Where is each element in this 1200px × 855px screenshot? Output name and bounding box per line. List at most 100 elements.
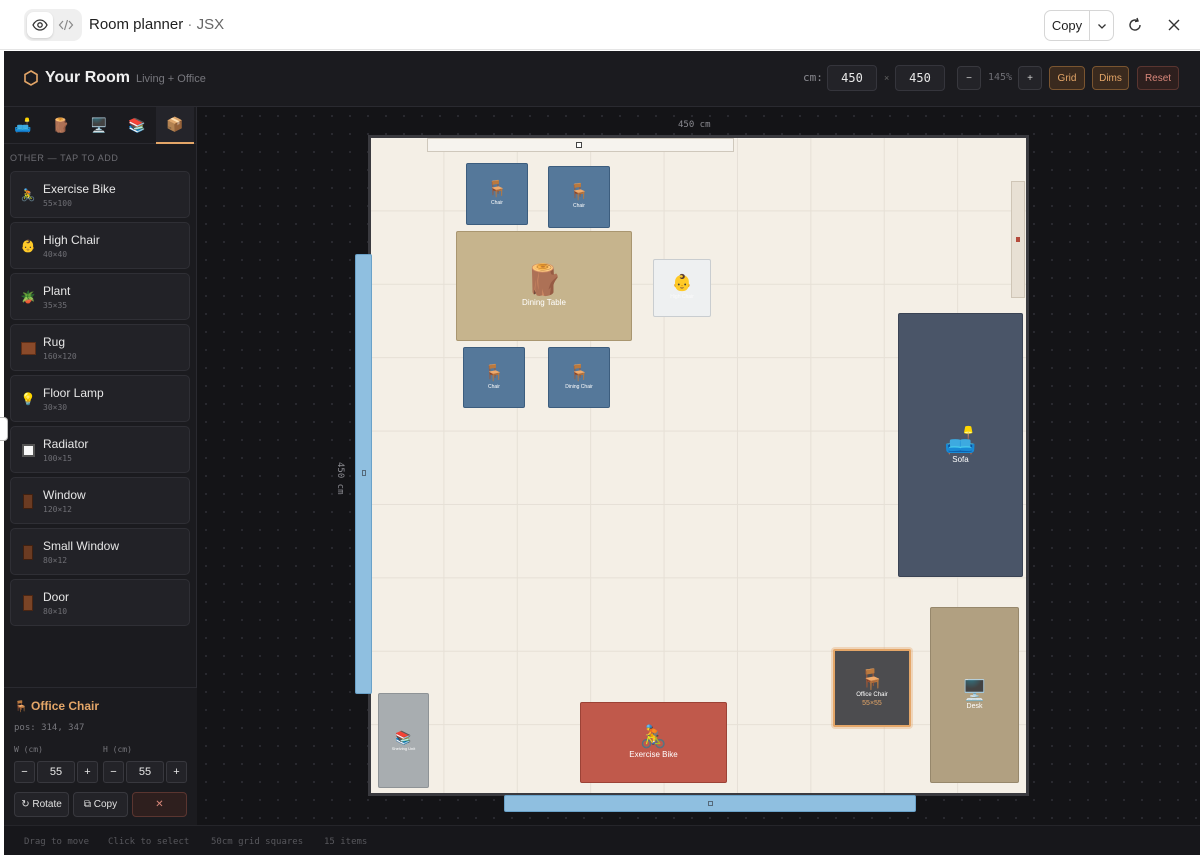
item-name: High Chair — [43, 233, 100, 247]
chair-icon: 🪑 — [569, 364, 589, 382]
tab-seating[interactable]: 🛋️ — [4, 107, 42, 144]
tab-tables[interactable]: 🪵 — [42, 107, 80, 144]
window-icon — [20, 544, 36, 560]
panel-edge-handle[interactable] — [0, 417, 8, 441]
door-handle-icon — [1016, 237, 1020, 242]
furniture-high-chair[interactable]: 👶 High Chair — [653, 259, 711, 317]
furniture-label: Exercise Bike — [629, 750, 678, 759]
sofa-icon: 🛋️ — [14, 117, 32, 133]
furniture-label: Dining Chair — [565, 383, 593, 390]
height-input[interactable]: 55 — [126, 761, 164, 783]
palette-item-door[interactable]: Door 80×10 — [10, 579, 190, 626]
radiator-top[interactable] — [427, 138, 734, 152]
width-increase-button[interactable]: + — [77, 761, 98, 783]
palette-item-small-window[interactable]: Small Window 80×12 — [10, 528, 190, 575]
tab-other[interactable]: 📦 — [156, 107, 194, 144]
tab-office[interactable]: 🖥️ — [80, 107, 118, 144]
chair-icon: 🪑 — [569, 184, 589, 201]
artifact-title: Room planner · JSX — [89, 16, 224, 33]
height-decrease-button[interactable]: − — [103, 761, 124, 783]
furniture-chair[interactable]: 🪑 Chair — [548, 166, 610, 228]
chevron-down-icon — [1098, 23, 1106, 29]
palette-item-floor-lamp[interactable]: 💡 Floor Lamp 30×30 — [10, 375, 190, 422]
zoom-in-button[interactable]: + — [1018, 66, 1042, 90]
status-click-hint: Click to select — [108, 837, 190, 847]
furniture-dining-chair[interactable]: 🪑 Dining Chair — [548, 347, 610, 408]
furniture-shelving-unit[interactable]: 📚 Shelving Unit — [378, 693, 429, 788]
room-width-input[interactable]: 450 — [827, 65, 877, 91]
furniture-dining-table[interactable]: 🪵 Dining Table — [456, 231, 632, 341]
bike-icon: 🚴 — [20, 188, 36, 202]
chair-icon: 🪑 — [859, 668, 885, 691]
furniture-sofa[interactable]: 🛋️ Sofa — [898, 313, 1023, 577]
item-name: Radiator — [43, 437, 89, 451]
room-width-dimension: 450 cm — [678, 120, 711, 130]
radiator-icon — [20, 442, 36, 458]
door-right-wall[interactable] — [1011, 181, 1025, 298]
copy-button[interactable]: Copy — [1045, 11, 1090, 40]
width-input[interactable]: 55 — [37, 761, 75, 783]
lightbulb-icon: 💡 — [20, 392, 36, 406]
reset-button[interactable]: Reset — [1137, 66, 1179, 90]
room-height-input[interactable]: 450 — [895, 65, 945, 91]
dims-toggle-button[interactable]: Dims — [1092, 66, 1129, 90]
cm-label: cm: — [803, 71, 823, 84]
chair-icon: 🪑 — [487, 181, 507, 198]
window-bottom-wall[interactable] — [504, 795, 916, 812]
furniture-chair[interactable]: 🪑 Chair — [466, 163, 528, 225]
furniture-label: Dining Table — [522, 297, 566, 307]
width-label: W (cm) — [14, 745, 43, 754]
rotate-button[interactable]: ↻ Rotate — [14, 792, 69, 817]
item-size: 100×15 — [43, 454, 72, 463]
window-left-wall[interactable] — [355, 254, 372, 694]
sofa-icon: 🛋️ — [944, 424, 977, 455]
preview-button[interactable] — [27, 12, 53, 38]
code-button[interactable] — [53, 12, 79, 38]
palette-item-rug[interactable]: Rug 160×120 — [10, 324, 190, 371]
palette-item-high-chair[interactable]: 👶 High Chair 40×40 — [10, 222, 190, 269]
times-label: × — [884, 73, 890, 83]
item-name: Small Window — [43, 539, 120, 553]
height-increase-button[interactable]: + — [166, 761, 187, 783]
room-height-dimension: 450 cm — [335, 462, 345, 495]
furniture-label: Chair — [491, 200, 503, 206]
delete-button[interactable]: ✕ — [132, 792, 187, 817]
grid-toggle-button[interactable]: Grid — [1049, 66, 1085, 90]
status-item-count: 15 items — [324, 837, 368, 847]
palette-item-window[interactable]: Window 120×12 — [10, 477, 190, 524]
status-drag-hint: Drag to move — [24, 837, 90, 847]
zoom-out-button[interactable]: − — [957, 66, 981, 90]
item-size: 80×10 — [43, 607, 68, 616]
baby-icon: 👶 — [20, 239, 36, 253]
rug-icon — [20, 340, 36, 356]
item-name: Exercise Bike — [43, 182, 116, 196]
window-handle-icon — [362, 470, 366, 476]
item-size: 55×100 — [43, 199, 72, 208]
monitor-icon: 🖥️ — [90, 117, 108, 133]
tab-storage[interactable]: 📚 — [118, 107, 156, 144]
item-size: 30×30 — [43, 403, 68, 412]
copy-options-button[interactable] — [1090, 11, 1114, 40]
furniture-desk[interactable]: 🖥️ Desk — [930, 607, 1019, 783]
refresh-button[interactable] — [1124, 14, 1146, 36]
item-name: Rug — [43, 335, 66, 349]
furniture-label: Office Chair — [856, 691, 888, 698]
furniture-sidebar: 🛋️ 🪵 🖥️ 📚 📦 OTHER — TAP TO ADD 🚴 Exercis… — [4, 107, 197, 825]
close-button[interactable] — [1163, 14, 1185, 36]
artifact-type: JSX — [196, 16, 225, 33]
palette-item-plant[interactable]: 🪴 Plant 35×35 — [10, 273, 190, 320]
palette-item-radiator[interactable]: Radiator 100×15 — [10, 426, 190, 473]
selection-panel: 🪑 Office Chair pos: 314, 347 W (cm) H (c… — [4, 687, 197, 825]
close-icon — [1168, 19, 1180, 31]
view-toggle — [24, 9, 82, 41]
width-decrease-button[interactable]: − — [14, 761, 35, 783]
wood-icon: 🪵 — [525, 263, 563, 297]
furniture-chair[interactable]: 🪑 Chair — [463, 347, 525, 408]
duplicate-button[interactable]: ⧉ Copy — [73, 792, 128, 817]
books-icon: 📚 — [128, 117, 146, 133]
furniture-office-chair-selected[interactable]: 🪑 Office Chair 55×55 — [833, 649, 911, 727]
palette-item-exercise-bike[interactable]: 🚴 Exercise Bike 55×100 — [10, 171, 190, 218]
window-handle-icon — [708, 801, 713, 806]
item-size: 160×120 — [43, 352, 77, 361]
furniture-exercise-bike[interactable]: 🚴 Exercise Bike — [580, 702, 727, 783]
